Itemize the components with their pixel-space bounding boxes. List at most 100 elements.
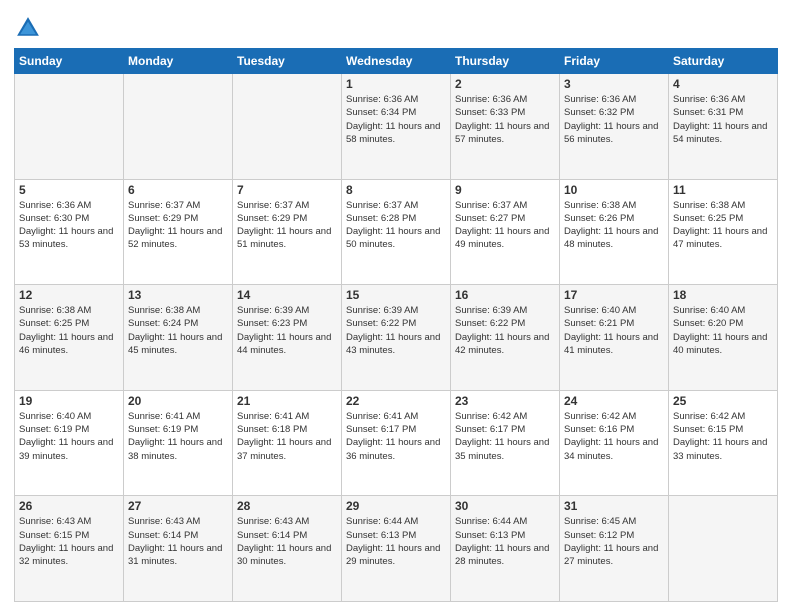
cell-info: Sunrise: 6:36 AMSunset: 6:32 PMDaylight:… (564, 93, 664, 146)
weekday-header-saturday: Saturday (669, 49, 778, 74)
day-number: 3 (564, 77, 664, 91)
calendar-cell (233, 74, 342, 180)
cell-info: Sunrise: 6:36 AMSunset: 6:30 PMDaylight:… (19, 199, 119, 252)
calendar-cell: 11Sunrise: 6:38 AMSunset: 6:25 PMDayligh… (669, 179, 778, 285)
calendar-cell: 13 Sunrise: 6:38 AMSunset: 6:24 PMDayligh… (124, 285, 233, 391)
day-number: 12 (19, 288, 119, 302)
day-number: 6 (128, 183, 228, 197)
day-number: 18 (673, 288, 773, 302)
calendar-cell: 23Sunrise: 6:42 AMSunset: 6:17 PMDayligh… (451, 390, 560, 496)
calendar-cell: 17 Sunrise: 6:40 AMSunset: 6:21 PMDayligh… (560, 285, 669, 391)
day-number: 8 (346, 183, 446, 197)
weekday-header-thursday: Thursday (451, 49, 560, 74)
calendar-cell: 9 Sunrise: 6:37 AMSunset: 6:27 PMDaylight… (451, 179, 560, 285)
day-number: 2 (455, 77, 555, 91)
cell-info: Sunrise: 6:39 AMSunset: 6:23 PMDaylight:… (237, 304, 337, 357)
day-number: 13 (128, 288, 228, 302)
calendar-cell: 24 Sunrise: 6:42 AMSunset: 6:16 PMDayligh… (560, 390, 669, 496)
calendar-cell (124, 74, 233, 180)
cell-info: Sunrise: 6:43 AMSunset: 6:14 PMDaylight:… (128, 515, 228, 568)
day-number: 5 (19, 183, 119, 197)
calendar-cell: 27 Sunrise: 6:43 AMSunset: 6:14 PMDayligh… (124, 496, 233, 602)
cell-info: Sunrise: 6:40 AMSunset: 6:20 PMDaylight:… (673, 304, 773, 357)
cell-info: Sunrise: 6:40 AMSunset: 6:19 PMDaylight:… (19, 410, 119, 463)
cell-info: Sunrise: 6:43 AMSunset: 6:15 PMDaylight:… (19, 515, 119, 568)
page: SundayMondayTuesdayWednesdayThursdayFrid… (0, 0, 792, 612)
weekday-header-wednesday: Wednesday (342, 49, 451, 74)
day-number: 29 (346, 499, 446, 513)
calendar-cell: 2 Sunrise: 6:36 AMSunset: 6:33 PMDaylight… (451, 74, 560, 180)
day-number: 22 (346, 394, 446, 408)
calendar-cell: 5 Sunrise: 6:36 AMSunset: 6:30 PMDaylight… (15, 179, 124, 285)
week-row-1: 1Sunrise: 6:36 AMSunset: 6:34 PMDaylight… (15, 74, 778, 180)
calendar-cell: 7 Sunrise: 6:37 AMSunset: 6:29 PMDaylight… (233, 179, 342, 285)
day-number: 27 (128, 499, 228, 513)
weekday-header-tuesday: Tuesday (233, 49, 342, 74)
calendar-cell: 21 Sunrise: 6:41 AMSunset: 6:18 PMDayligh… (233, 390, 342, 496)
calendar-cell: 26 Sunrise: 6:43 AMSunset: 6:15 PMDayligh… (15, 496, 124, 602)
calendar-cell: 29 Sunrise: 6:44 AMSunset: 6:13 PMDayligh… (342, 496, 451, 602)
cell-info: Sunrise: 6:37 AMSunset: 6:29 PMDaylight:… (128, 199, 228, 252)
week-row-2: 5 Sunrise: 6:36 AMSunset: 6:30 PMDaylight… (15, 179, 778, 285)
day-number: 26 (19, 499, 119, 513)
week-row-5: 26 Sunrise: 6:43 AMSunset: 6:15 PMDayligh… (15, 496, 778, 602)
calendar-cell: 28 Sunrise: 6:43 AMSunset: 6:14 PMDayligh… (233, 496, 342, 602)
calendar-cell: 8 Sunrise: 6:37 AMSunset: 6:28 PMDaylight… (342, 179, 451, 285)
weekday-header-sunday: Sunday (15, 49, 124, 74)
cell-info: Sunrise: 6:37 AMSunset: 6:27 PMDaylight:… (455, 199, 555, 252)
cell-info: Sunrise: 6:38 AMSunset: 6:24 PMDaylight:… (128, 304, 228, 357)
day-number: 11 (673, 183, 773, 197)
calendar-cell: 16Sunrise: 6:39 AMSunset: 6:22 PMDayligh… (451, 285, 560, 391)
cell-info: Sunrise: 6:40 AMSunset: 6:21 PMDaylight:… (564, 304, 664, 357)
cell-info: Sunrise: 6:36 AMSunset: 6:31 PMDaylight:… (673, 93, 773, 146)
day-number: 15 (346, 288, 446, 302)
cell-info: Sunrise: 6:37 AMSunset: 6:28 PMDaylight:… (346, 199, 446, 252)
cell-info: Sunrise: 6:43 AMSunset: 6:14 PMDaylight:… (237, 515, 337, 568)
day-number: 30 (455, 499, 555, 513)
calendar-cell: 25Sunrise: 6:42 AMSunset: 6:15 PMDayligh… (669, 390, 778, 496)
week-row-3: 12 Sunrise: 6:38 AMSunset: 6:25 PMDayligh… (15, 285, 778, 391)
calendar-cell: 15 Sunrise: 6:39 AMSunset: 6:22 PMDayligh… (342, 285, 451, 391)
calendar-cell: 14 Sunrise: 6:39 AMSunset: 6:23 PMDayligh… (233, 285, 342, 391)
cell-info: Sunrise: 6:41 AMSunset: 6:19 PMDaylight:… (128, 410, 228, 463)
day-number: 14 (237, 288, 337, 302)
day-number: 7 (237, 183, 337, 197)
cell-info: Sunrise: 6:36 AMSunset: 6:34 PMDaylight:… (346, 93, 446, 146)
cell-info: Sunrise: 6:45 AMSunset: 6:12 PMDaylight:… (564, 515, 664, 568)
cell-info: Sunrise: 6:44 AMSunset: 6:13 PMDaylight:… (346, 515, 446, 568)
calendar-cell: 22 Sunrise: 6:41 AMSunset: 6:17 PMDayligh… (342, 390, 451, 496)
weekday-header-friday: Friday (560, 49, 669, 74)
cell-info: Sunrise: 6:36 AMSunset: 6:33 PMDaylight:… (455, 93, 555, 146)
cell-info: Sunrise: 6:41 AMSunset: 6:17 PMDaylight:… (346, 410, 446, 463)
weekday-header-row: SundayMondayTuesdayWednesdayThursdayFrid… (15, 49, 778, 74)
day-number: 10 (564, 183, 664, 197)
cell-info: Sunrise: 6:41 AMSunset: 6:18 PMDaylight:… (237, 410, 337, 463)
day-number: 20 (128, 394, 228, 408)
calendar-cell (15, 74, 124, 180)
day-number: 19 (19, 394, 119, 408)
cell-info: Sunrise: 6:37 AMSunset: 6:29 PMDaylight:… (237, 199, 337, 252)
logo (14, 14, 46, 42)
day-number: 4 (673, 77, 773, 91)
day-number: 21 (237, 394, 337, 408)
day-number: 24 (564, 394, 664, 408)
day-number: 31 (564, 499, 664, 513)
cell-info: Sunrise: 6:39 AMSunset: 6:22 PMDaylight:… (346, 304, 446, 357)
logo-icon (14, 14, 42, 42)
header (14, 10, 778, 42)
cell-info: Sunrise: 6:42 AMSunset: 6:16 PMDaylight:… (564, 410, 664, 463)
calendar-cell: 31 Sunrise: 6:45 AMSunset: 6:12 PMDayligh… (560, 496, 669, 602)
calendar-cell: 19 Sunrise: 6:40 AMSunset: 6:19 PMDayligh… (15, 390, 124, 496)
calendar-cell: 1Sunrise: 6:36 AMSunset: 6:34 PMDaylight… (342, 74, 451, 180)
week-row-4: 19 Sunrise: 6:40 AMSunset: 6:19 PMDayligh… (15, 390, 778, 496)
day-number: 9 (455, 183, 555, 197)
calendar-cell: 18 Sunrise: 6:40 AMSunset: 6:20 PMDayligh… (669, 285, 778, 391)
calendar-cell: 12 Sunrise: 6:38 AMSunset: 6:25 PMDayligh… (15, 285, 124, 391)
day-number: 28 (237, 499, 337, 513)
day-number: 17 (564, 288, 664, 302)
cell-info: Sunrise: 6:38 AMSunset: 6:25 PMDaylight:… (19, 304, 119, 357)
calendar-cell: 6 Sunrise: 6:37 AMSunset: 6:29 PMDaylight… (124, 179, 233, 285)
day-number: 25 (673, 394, 773, 408)
day-number: 23 (455, 394, 555, 408)
cell-info: Sunrise: 6:39 AMSunset: 6:22 PMDaylight:… (455, 304, 555, 357)
